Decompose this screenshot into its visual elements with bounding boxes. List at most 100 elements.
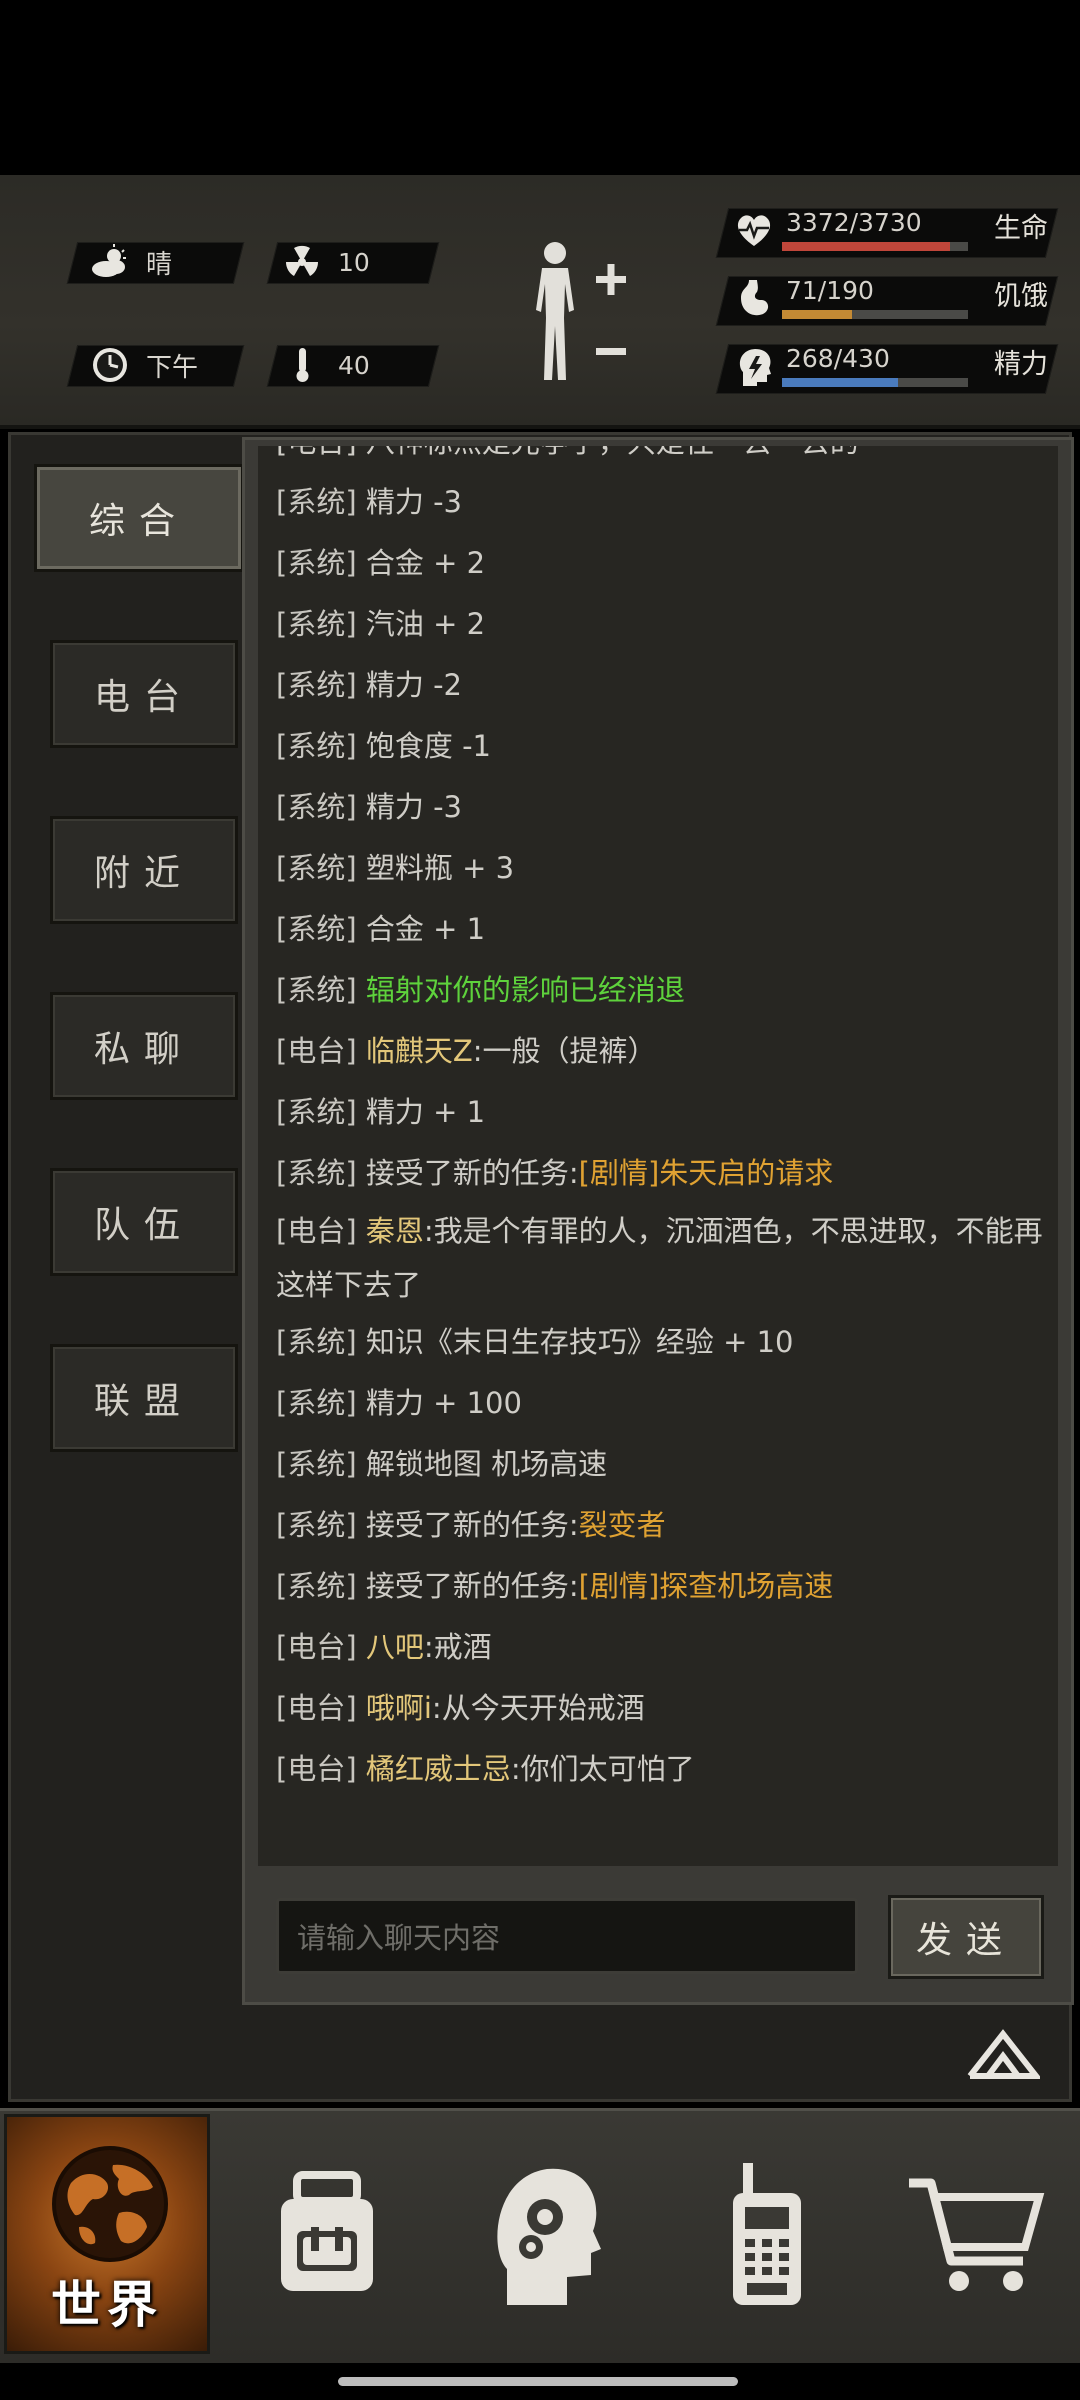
- chat-channel-tag: [系统]: [276, 1386, 357, 1420]
- chat-message: [系统] 饱食度 -1: [258, 716, 1058, 777]
- radiation-stat[interactable]: 10: [280, 242, 370, 282]
- chat-message: [电台] 秦恩:我是个有罪的人，沉湎酒色，不思进取，不能再这样下去了: [258, 1204, 1058, 1312]
- chat-sender-name[interactable]: 橘红威士忌: [366, 1752, 511, 1786]
- hunger-label: 饥饿: [994, 281, 1048, 312]
- chat-channel-tag: [电台]: [276, 1034, 357, 1068]
- chat-message: [系统] 精力 -3: [258, 777, 1058, 838]
- chat-message: [电台] 哦啊i:从今天开始戒酒: [258, 1678, 1058, 1739]
- chat-channel-tag: [系统]: [276, 912, 357, 946]
- chat-message: [系统] 精力 -3: [258, 472, 1058, 533]
- chat-message: [电台] 八吧:戒酒: [258, 1617, 1058, 1678]
- chat-message-text: :从今天开始戒酒: [431, 1691, 645, 1725]
- tab-nearby[interactable]: 附近: [50, 816, 238, 924]
- chat-message-text: 接受了新的任务:: [365, 1508, 579, 1542]
- chat-quest-link[interactable]: 裂变者: [579, 1508, 666, 1542]
- nav-shop-button[interactable]: [870, 2114, 1080, 2354]
- chat-channel-tag: [系统]: [276, 851, 357, 885]
- weather-stat[interactable]: 晴: [88, 242, 172, 282]
- chat-message-text: 精力 + 1: [365, 1095, 486, 1129]
- skills-head-icon: [497, 2168, 601, 2305]
- tab-radio[interactable]: 电台: [50, 640, 238, 748]
- chat-input[interactable]: 请输入聊天内容: [276, 1898, 858, 1974]
- chat-message-text: 饱食度 -1: [365, 729, 491, 763]
- chat-message: [系统] 解锁地图 机场高速: [258, 1434, 1058, 1495]
- chat-channel-tag: [电台]: [276, 1752, 357, 1786]
- chat-sender-name[interactable]: 临麒天Z: [366, 1034, 473, 1068]
- chat-channel-tag: [系统]: [276, 790, 357, 824]
- chat-quest-link[interactable]: [剧情]朱天启的请求: [579, 1156, 834, 1190]
- chat-message-text: :戒酒: [423, 1630, 492, 1664]
- chat-message-text: 精力 -3: [365, 485, 462, 519]
- chat-message-text: 解锁地图 机场高速: [365, 1447, 608, 1481]
- weather-value: 晴: [146, 249, 173, 280]
- energy-bar-fill: [782, 378, 898, 387]
- chat-message-text: 知识《末日生存技巧》经验 + 10: [365, 1325, 794, 1359]
- chat-channel-tag: [系统]: [276, 973, 357, 1007]
- chat-channel-tag: [系统]: [276, 485, 357, 519]
- chat-channel-tag: [系统]: [276, 1325, 357, 1359]
- tab-private-chat[interactable]: 私聊: [50, 992, 238, 1100]
- hunger-bar-fill: [782, 310, 852, 319]
- body-status-figure-icon[interactable]: [520, 240, 630, 385]
- nav-radio-button[interactable]: [662, 2114, 872, 2354]
- health-value: 3372/3730: [786, 208, 922, 237]
- chat-message-text: 辐射对你的影响已经消退: [365, 973, 685, 1007]
- shopping-cart-icon: [909, 2178, 1045, 2291]
- chat-message: [系统] 汽油 + 2: [258, 594, 1058, 655]
- chat-message: [系统] 合金 + 1: [258, 899, 1058, 960]
- chat-log[interactable]: [电台] 八神标杰是光亭子，只是往一去一去的 [系统] 精力 -3[系统] 合金…: [258, 446, 1058, 1866]
- chat-message-text: 合金 + 2: [365, 546, 486, 580]
- chat-message: [系统] 精力 + 1: [258, 1082, 1058, 1143]
- chat-message-list: [系统] 精力 -3 [系统] 合金 + 2 [系统] 汽油 + 2 [系统] 精力 …: [258, 472, 1058, 1800]
- chat-channel-tag: [系统]: [276, 1508, 357, 1542]
- health-bar: [782, 242, 968, 251]
- heart-pulse-icon: [737, 215, 771, 246]
- chat-sender-name[interactable]: 秦恩: [366, 1214, 424, 1248]
- energy-label: 精力: [994, 349, 1048, 380]
- globe-icon: [52, 2146, 168, 2262]
- chat-message-text: 接受了新的任务:: [365, 1569, 579, 1603]
- energy-head-icon: [739, 349, 771, 386]
- energy-bar: [782, 378, 968, 387]
- temperature-stat[interactable]: 40: [280, 345, 370, 385]
- backpack-icon: [281, 2171, 373, 2291]
- weather-cloud-sun-icon: [92, 244, 126, 277]
- chat-message: [系统] 辐射对你的影响已经消退: [258, 960, 1058, 1021]
- chat-channel-tag: [电台]: [276, 1214, 357, 1248]
- send-button[interactable]: 发送: [888, 1895, 1044, 1979]
- collapse-up-icon[interactable]: [966, 2028, 1040, 2080]
- chat-channel-tag: [系统]: [276, 607, 357, 641]
- tab-general[interactable]: 综合: [34, 464, 244, 572]
- chat-channel-tag: [电台]: [276, 1630, 357, 1664]
- chat-message: [系统] 精力 + 100: [258, 1373, 1058, 1434]
- chat-message: [系统] 接受了新的任务:裂变者: [258, 1495, 1058, 1556]
- chat-message: [系统] 塑料瓶 + 3: [258, 838, 1058, 899]
- chat-message: [系统] 合金 + 2: [258, 533, 1058, 594]
- hunger-value: 71/190: [786, 276, 874, 305]
- chat-message-text: 接受了新的任务:: [365, 1156, 579, 1190]
- time-stat[interactable]: 下午: [88, 345, 198, 385]
- nav-world-button[interactable]: 世界: [4, 2114, 210, 2354]
- energy-value: 268/430: [786, 344, 890, 373]
- chat-message-text: :一般（提裤）: [472, 1034, 657, 1068]
- chat-sender-name[interactable]: 哦啊i: [366, 1691, 432, 1725]
- nav-skills-button[interactable]: [442, 2114, 652, 2354]
- tab-alliance[interactable]: 联盟: [50, 1344, 238, 1452]
- chat-message-partial: [电台] 八神标杰是光亭子，只是往一去一去的: [258, 446, 1058, 472]
- chat-sender-name[interactable]: 八吧: [366, 1630, 424, 1664]
- health-label: 生命: [994, 213, 1048, 244]
- hunger-bar: [782, 310, 968, 319]
- nav-backpack-button[interactable]: [222, 2114, 432, 2354]
- home-indicator[interactable]: [338, 2377, 738, 2386]
- chat-message-text: 合金 + 1: [365, 912, 486, 946]
- nav-world-label: 世界: [51, 2276, 163, 2334]
- chat-message-text: :你们太可怕了: [510, 1752, 695, 1786]
- stomach-icon: [741, 280, 769, 316]
- chat-message: [系统] 知识《末日生存技巧》经验 + 10: [258, 1312, 1058, 1373]
- radiation-value: 10: [338, 247, 370, 277]
- tab-team[interactable]: 队伍: [50, 1168, 238, 1276]
- chat-message: [系统] 精力 -2: [258, 655, 1058, 716]
- time-value: 下午: [146, 352, 199, 383]
- chat-channel-tag: [系统]: [276, 729, 357, 763]
- chat-quest-link[interactable]: [剧情]探查机场高速: [579, 1569, 834, 1603]
